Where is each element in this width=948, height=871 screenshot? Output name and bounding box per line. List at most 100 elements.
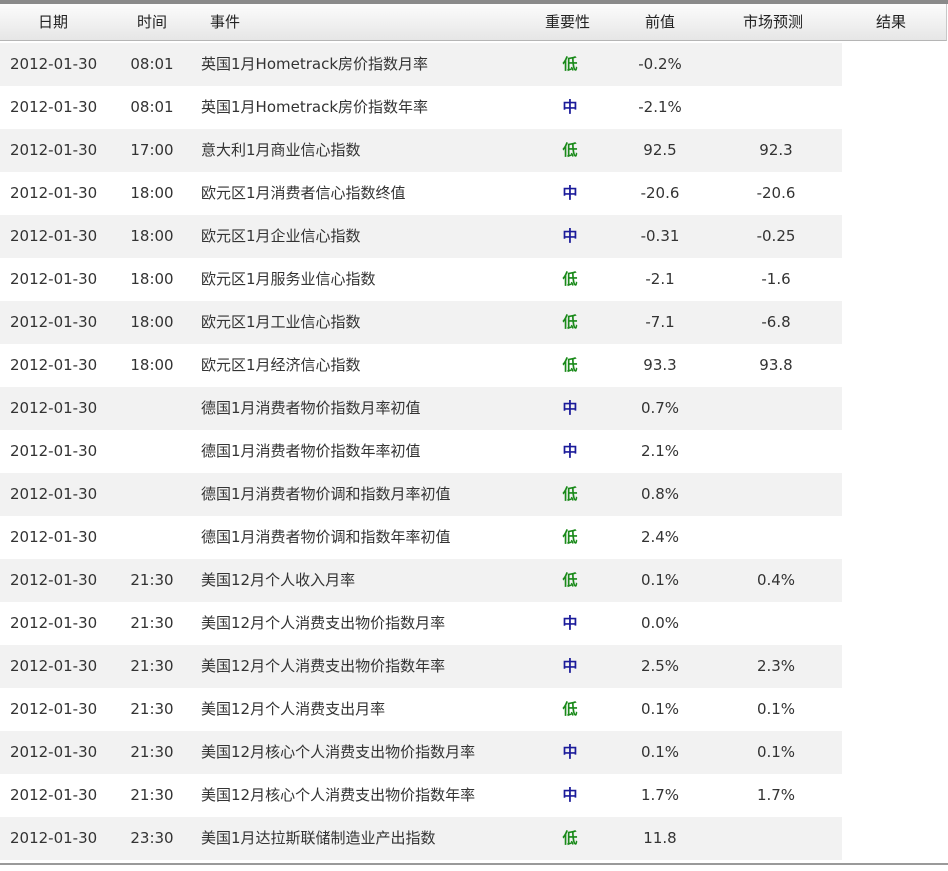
header-event[interactable]: 事件 [210, 4, 240, 40]
header-date[interactable]: 日期 [38, 4, 68, 40]
row-previous: 0.1% [640, 743, 680, 761]
table-row[interactable]: 2012-01-30 18:00 欧元区1月工业信心指数 低 -7.1 -6.8 [0, 301, 842, 344]
row-date: 2012-01-30 [10, 356, 98, 374]
row-previous: 0.1% [640, 571, 680, 589]
row-date: 2012-01-30 [10, 614, 98, 632]
row-importance: 低 [562, 141, 578, 159]
row-date: 2012-01-30 [10, 657, 98, 675]
row-forecast [726, 602, 826, 645]
row-importance: 中 [562, 184, 578, 202]
row-time: 21:30 [130, 657, 174, 675]
row-forecast [726, 817, 826, 860]
header-previous[interactable]: 前值 [645, 4, 675, 40]
row-date: 2012-01-30 [10, 141, 98, 159]
row-previous: 0.8% [640, 485, 680, 503]
row-forecast [726, 387, 826, 430]
row-forecast: -6.8 [761, 313, 791, 331]
row-previous: 0.7% [640, 399, 680, 417]
row-date: 2012-01-30 [10, 571, 98, 589]
header-time[interactable]: 时间 [137, 4, 167, 40]
row-forecast: 0.1% [756, 743, 796, 761]
row-previous: -2.1% [638, 98, 682, 116]
row-forecast: 92.3 [759, 141, 793, 159]
row-event: 欧元区1月服务业信心指数 [201, 270, 376, 288]
table-row[interactable]: 2012-01-30 德国1月消费者物价调和指数年率初值 低 2.4% [0, 516, 842, 559]
header-importance[interactable]: 重要性 [545, 4, 590, 40]
row-previous: -7.1 [645, 313, 675, 331]
table-row[interactable]: 2012-01-30 21:30 美国12月个人消费支出物价指数月率 中 0.0% [0, 602, 842, 645]
row-event: 英国1月Hometrack房价指数年率 [201, 98, 429, 116]
table-row[interactable]: 2012-01-30 德国1月消费者物价指数年率初值 中 2.1% [0, 430, 842, 473]
header-result[interactable]: 结果 [876, 4, 906, 40]
row-importance: 低 [562, 55, 578, 73]
row-time: 23:30 [130, 829, 174, 847]
row-previous: 1.7% [640, 786, 680, 804]
row-importance: 中 [562, 743, 578, 761]
row-time: 18:00 [130, 184, 174, 202]
row-importance: 低 [562, 313, 578, 331]
row-date: 2012-01-30 [10, 55, 98, 73]
row-time: 21:30 [130, 614, 174, 632]
row-forecast: -1.6 [761, 270, 791, 288]
row-importance: 低 [562, 485, 578, 503]
row-importance: 中 [562, 786, 578, 804]
row-date: 2012-01-30 [10, 399, 98, 417]
header-forecast[interactable]: 市场预测 [743, 4, 803, 40]
row-previous: 2.4% [640, 528, 680, 546]
table-row[interactable]: 2012-01-30 18:00 欧元区1月消费者信心指数终值 中 -20.6 -20.6 [0, 172, 842, 215]
row-previous: 2.5% [640, 657, 680, 675]
table-row[interactable]: 2012-01-30 18:00 欧元区1月经济信心指数 低 93.3 93.8 [0, 344, 842, 387]
row-event: 意大利1月商业信心指数 [201, 141, 361, 159]
bottom-border [0, 863, 948, 865]
table-row[interactable]: 2012-01-30 21:30 美国12月核心个人消费支出物价指数月率 中 0.1% 0… [0, 731, 842, 774]
row-forecast: 93.8 [759, 356, 793, 374]
calendar-table-body: 2012-01-30 08:01 英国1月Hometrack房价指数月率低 -0.2%… [0, 43, 842, 860]
table-row[interactable]: 2012-01-30 21:30 美国12月个人消费支出月率 低 0.1% 0.1% [0, 688, 842, 731]
table-row[interactable]: 2012-01-30 18:00 欧元区1月企业信心指数 中 -0.31 -0.25 [0, 215, 842, 258]
table-row[interactable]: 2012-01-30 08:01 英国1月Hometrack房价指数年率 中 -2.1% [0, 86, 842, 129]
row-importance: 低 [562, 571, 578, 589]
row-date: 2012-01-30 [10, 442, 98, 460]
row-event: 德国1月消费者物价指数年率初值 [201, 442, 421, 460]
row-previous: 0.1% [640, 700, 680, 718]
table-row[interactable]: 2012-01-30 21:30 美国12月个人收入月率 低 0.1% 0.4% [0, 559, 842, 602]
row-event: 美国12月个人消费支出物价指数年率 [201, 657, 446, 675]
table-row[interactable]: 2012-01-30 德国1月消费者物价调和指数月率初值 低 0.8% [0, 473, 842, 516]
table-row[interactable]: 2012-01-30 17:00 意大利1月商业信心指数 低 92.5 92.3 [0, 129, 842, 172]
row-importance: 中 [562, 442, 578, 460]
row-previous: 92.5 [643, 141, 677, 159]
row-date: 2012-01-30 [10, 528, 98, 546]
row-event: 德国1月消费者物价调和指数月率初值 [201, 485, 451, 503]
table-row[interactable]: 2012-01-30 08:01 英国1月Hometrack房价指数月率 低 -0.2% [0, 43, 842, 86]
row-time: 18:00 [130, 313, 174, 331]
table-row[interactable]: 2012-01-30 德国1月消费者物价指数月率初值 中 0.7% [0, 387, 842, 430]
row-date: 2012-01-30 [10, 98, 98, 116]
row-event: 欧元区1月工业信心指数 [201, 313, 361, 331]
row-forecast: 0.4% [756, 571, 796, 589]
row-time: 08:01 [130, 98, 174, 116]
table-row[interactable]: 2012-01-30 18:00 欧元区1月服务业信心指数 低 -2.1 -1.6 [0, 258, 842, 301]
row-forecast: -20.6 [756, 184, 796, 202]
row-date: 2012-01-30 [10, 313, 98, 331]
table-row[interactable]: 2012-01-30 21:30 美国12月个人消费支出物价指数年率 中 2.5% 2.3… [0, 645, 842, 688]
row-time: 21:30 [130, 700, 174, 718]
row-previous: 0.0% [640, 614, 680, 632]
row-event: 德国1月消费者物价调和指数年率初值 [201, 528, 451, 546]
table-row[interactable]: 2012-01-30 23:30 美国1月达拉斯联储制造业产出指数 低 11.8 [0, 817, 842, 860]
row-event: 欧元区1月经济信心指数 [201, 356, 361, 374]
row-importance: 中 [562, 98, 578, 116]
row-date: 2012-01-30 [10, 184, 98, 202]
row-time: 18:00 [130, 356, 174, 374]
row-event: 美国12月核心个人消费支出物价指数年率 [201, 786, 476, 804]
row-importance: 中 [562, 227, 578, 245]
row-date: 2012-01-30 [10, 786, 98, 804]
row-forecast [726, 43, 826, 86]
row-importance: 低 [562, 270, 578, 288]
row-date: 2012-01-30 [10, 743, 98, 761]
row-time: 21:30 [130, 743, 174, 761]
row-event: 欧元区1月企业信心指数 [201, 227, 361, 245]
table-row[interactable]: 2012-01-30 21:30 美国12月核心个人消费支出物价指数年率 中 1.7% 1… [0, 774, 842, 817]
row-forecast [726, 86, 826, 129]
row-time: 08:01 [130, 55, 174, 73]
row-event: 德国1月消费者物价指数月率初值 [201, 399, 421, 417]
